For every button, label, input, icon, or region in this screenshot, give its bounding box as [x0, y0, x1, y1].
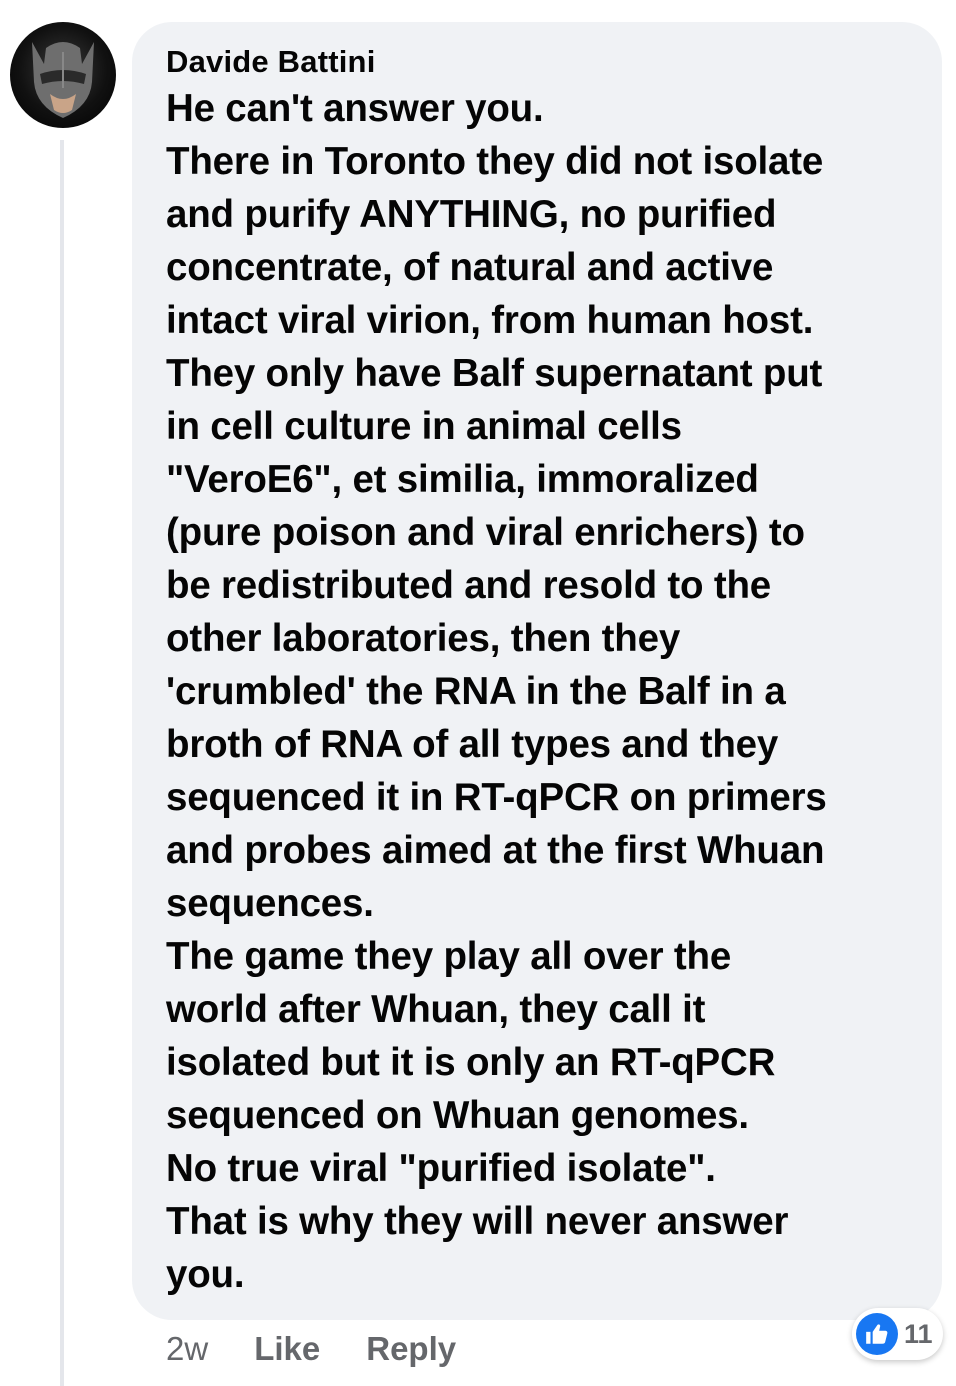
comment-actions: 2w Like Reply	[166, 1326, 502, 1372]
comment-bubble: Davide Battini He can't answer you. Ther…	[132, 22, 942, 1320]
avatar-mask-icon	[32, 42, 94, 118]
comment-author[interactable]: Davide Battini	[166, 42, 918, 82]
comment-timestamp[interactable]: 2w	[166, 1330, 208, 1368]
reply-button[interactable]: Reply	[366, 1330, 456, 1368]
thumbs-up-icon	[856, 1313, 898, 1355]
comment-text: He can't answer you. There in Toronto th…	[166, 87, 827, 1296]
like-button[interactable]: Like	[254, 1330, 320, 1368]
thread-line	[60, 140, 64, 1386]
reaction-count: 11	[904, 1318, 933, 1349]
avatar[interactable]	[10, 22, 116, 128]
reaction-summary[interactable]: 11	[852, 1308, 943, 1360]
